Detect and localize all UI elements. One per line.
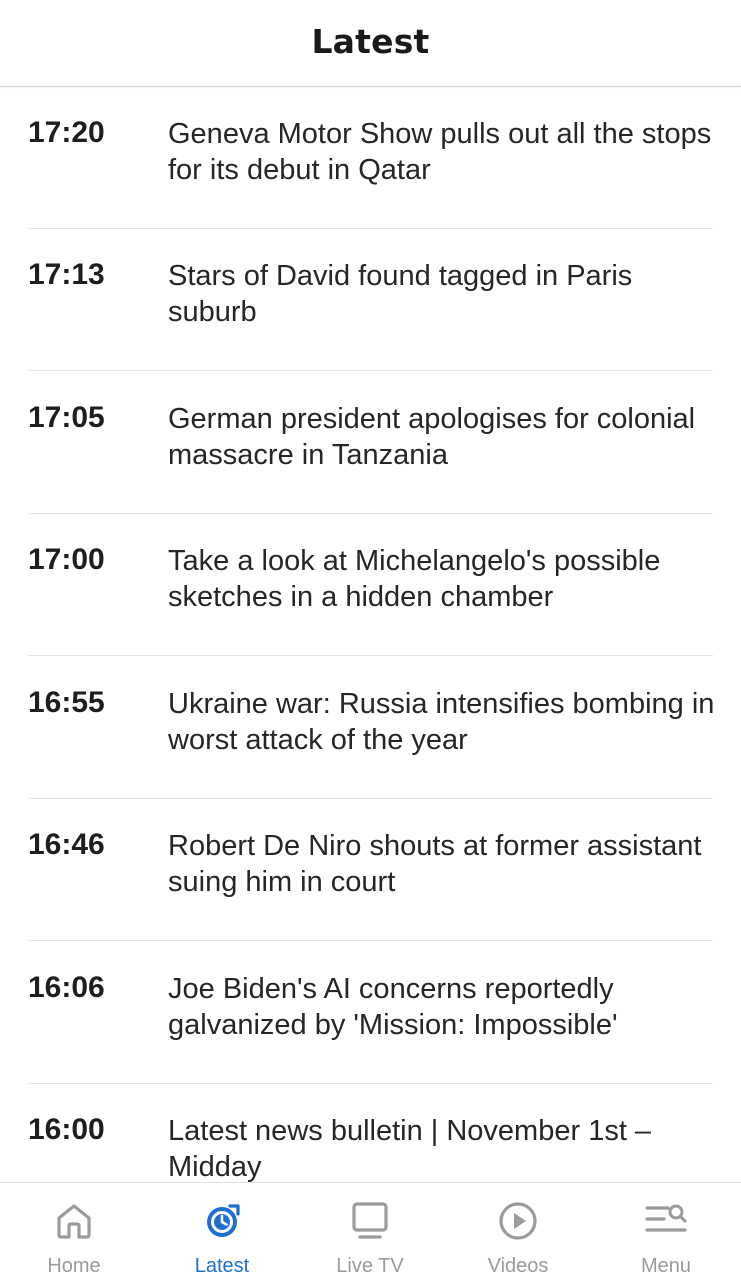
news-time: 17:13	[28, 258, 105, 291]
news-item[interactable]: 17:13 Stars of David found tagged in Par…	[28, 229, 713, 371]
news-headline[interactable]: Geneva Motor Show pulls out all the stop…	[168, 116, 716, 188]
news-headline[interactable]: Joe Biden's AI concerns reportedly galva…	[168, 971, 716, 1043]
news-headline[interactable]: Ukraine war: Russia intensifies bombing …	[168, 686, 716, 758]
tab-label: Menu	[640, 1255, 692, 1277]
news-item[interactable]: 17:20 Geneva Motor Show pulls out all th…	[28, 87, 713, 229]
news-time: 17:00	[28, 543, 105, 576]
latest-clock-icon	[207, 1204, 240, 1237]
home-icon	[57, 1204, 91, 1239]
tab-menu[interactable]: Menu	[592, 1183, 740, 1281]
tab-label: Videos	[487, 1255, 549, 1277]
news-headline[interactable]: Latest news bulletin | November 1st – Mi…	[168, 1113, 716, 1182]
tv-icon	[352, 1202, 388, 1239]
bottom-tab-bar: Home Latest Live TV Videos Menu	[0, 1182, 741, 1281]
tab-label: Home	[47, 1255, 101, 1277]
news-item[interactable]: 16:55 Ukraine war: Russia intensifies bo…	[28, 657, 716, 799]
page-title: Latest	[311, 21, 430, 61]
tab-label: Latest	[194, 1255, 250, 1277]
news-time: 17:20	[28, 116, 105, 149]
news-headline[interactable]: Take a look at Michelangelo's possible s…	[168, 543, 716, 615]
tab-latest[interactable]: Latest	[148, 1183, 296, 1281]
news-headline[interactable]: Robert De Niro shouts at former assistan…	[168, 828, 716, 900]
news-time: 16:46	[28, 828, 105, 861]
news-item[interactable]: 17:05 German president apologises for co…	[28, 372, 713, 514]
news-time: 17:05	[28, 401, 105, 434]
tab-home[interactable]: Home	[0, 1183, 148, 1281]
top-bar: Latest	[0, 0, 741, 87]
menu-search-icon	[645, 1204, 687, 1232]
news-item[interactable]: 16:00 Latest news bulletin | November 1s…	[28, 1084, 713, 1182]
news-item[interactable]: 17:00 Take a look at Michelangelo's poss…	[28, 514, 713, 656]
play-circle-icon	[499, 1202, 537, 1240]
news-item[interactable]: 16:06 Joe Biden's AI concerns reportedly…	[28, 942, 713, 1084]
tab-live-tv[interactable]: Live TV	[296, 1183, 444, 1281]
news-time: 16:00	[28, 1113, 105, 1146]
news-time: 16:06	[28, 971, 105, 1004]
news-time: 16:55	[28, 686, 105, 719]
news-item[interactable]: 16:46 Robert De Niro shouts at former as…	[28, 799, 713, 941]
tab-label: Live TV	[336, 1255, 404, 1277]
news-headline[interactable]: German president apologises for colonial…	[168, 401, 716, 473]
news-headline[interactable]: Stars of David found tagged in Paris sub…	[168, 258, 716, 330]
latest-feed[interactable]: 17:20 Geneva Motor Show pulls out all th…	[0, 87, 741, 1182]
tab-videos[interactable]: Videos	[444, 1183, 592, 1281]
